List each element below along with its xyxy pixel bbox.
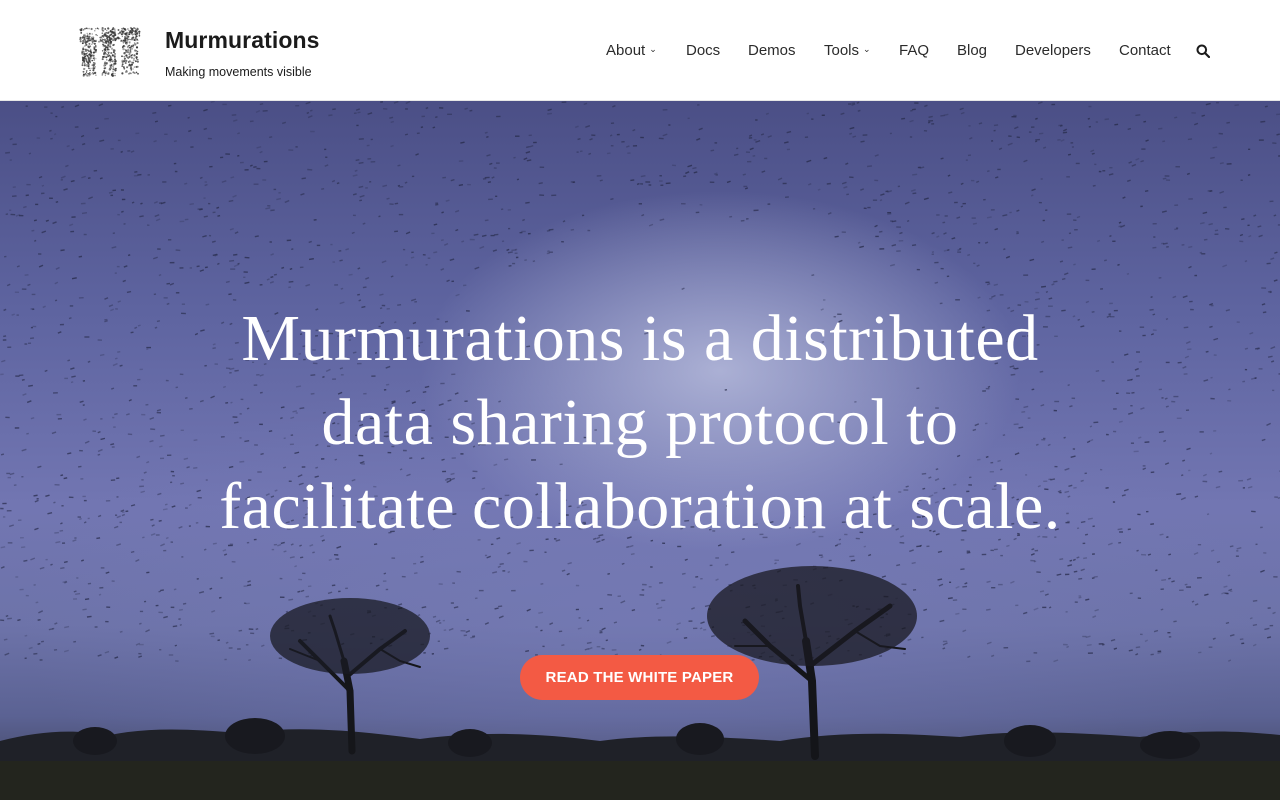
nav-item-docs[interactable]: Docs xyxy=(686,42,720,59)
nav-item-label: Developers xyxy=(1015,42,1091,59)
nav-item-label: Blog xyxy=(957,42,988,59)
chevron-down-icon: ⌄ xyxy=(649,44,657,54)
hero-banner: Murmurations is a distributed data shari… xyxy=(0,101,1280,800)
chevron-down-icon: ⌄ xyxy=(863,44,871,54)
murmuration-m-logo-icon[interactable] xyxy=(76,22,148,80)
nav-item-faq[interactable]: FAQ xyxy=(899,42,929,59)
nav-item-label: Demos xyxy=(748,42,796,59)
site-title[interactable]: Murmurations xyxy=(165,27,320,54)
hero-heading-line: facilitate collaboration at scale. xyxy=(219,470,1061,543)
nav-item-label: About xyxy=(606,42,646,59)
search-icon[interactable] xyxy=(1196,44,1210,58)
nav-item-label: Docs xyxy=(686,42,721,59)
site-header: Murmurations Making movements visible Ab… xyxy=(0,0,1280,101)
hero-heading: Murmurations is a distributed data shari… xyxy=(140,297,1140,549)
nav-item-about[interactable]: About ⌄ xyxy=(606,42,657,59)
nav-item-blog[interactable]: Blog xyxy=(957,42,987,59)
nav-item-label: Contact xyxy=(1119,42,1171,59)
nav-item-tools[interactable]: Tools ⌄ xyxy=(824,42,871,59)
read-white-paper-button[interactable]: READ THE WHITE PAPER xyxy=(520,655,759,700)
nav-item-label: FAQ xyxy=(899,42,930,59)
site-tagline: Making movements visible xyxy=(165,65,312,79)
nav-item-developers[interactable]: Developers xyxy=(1015,42,1091,59)
nav-item-label: Tools xyxy=(824,42,860,59)
hero-heading-line: Murmurations is a distributed xyxy=(241,302,1039,375)
nav-item-contact[interactable]: Contact xyxy=(1119,42,1171,59)
hero-heading-line: data sharing protocol to xyxy=(321,386,959,459)
nav-item-demos[interactable]: Demos xyxy=(748,42,796,59)
